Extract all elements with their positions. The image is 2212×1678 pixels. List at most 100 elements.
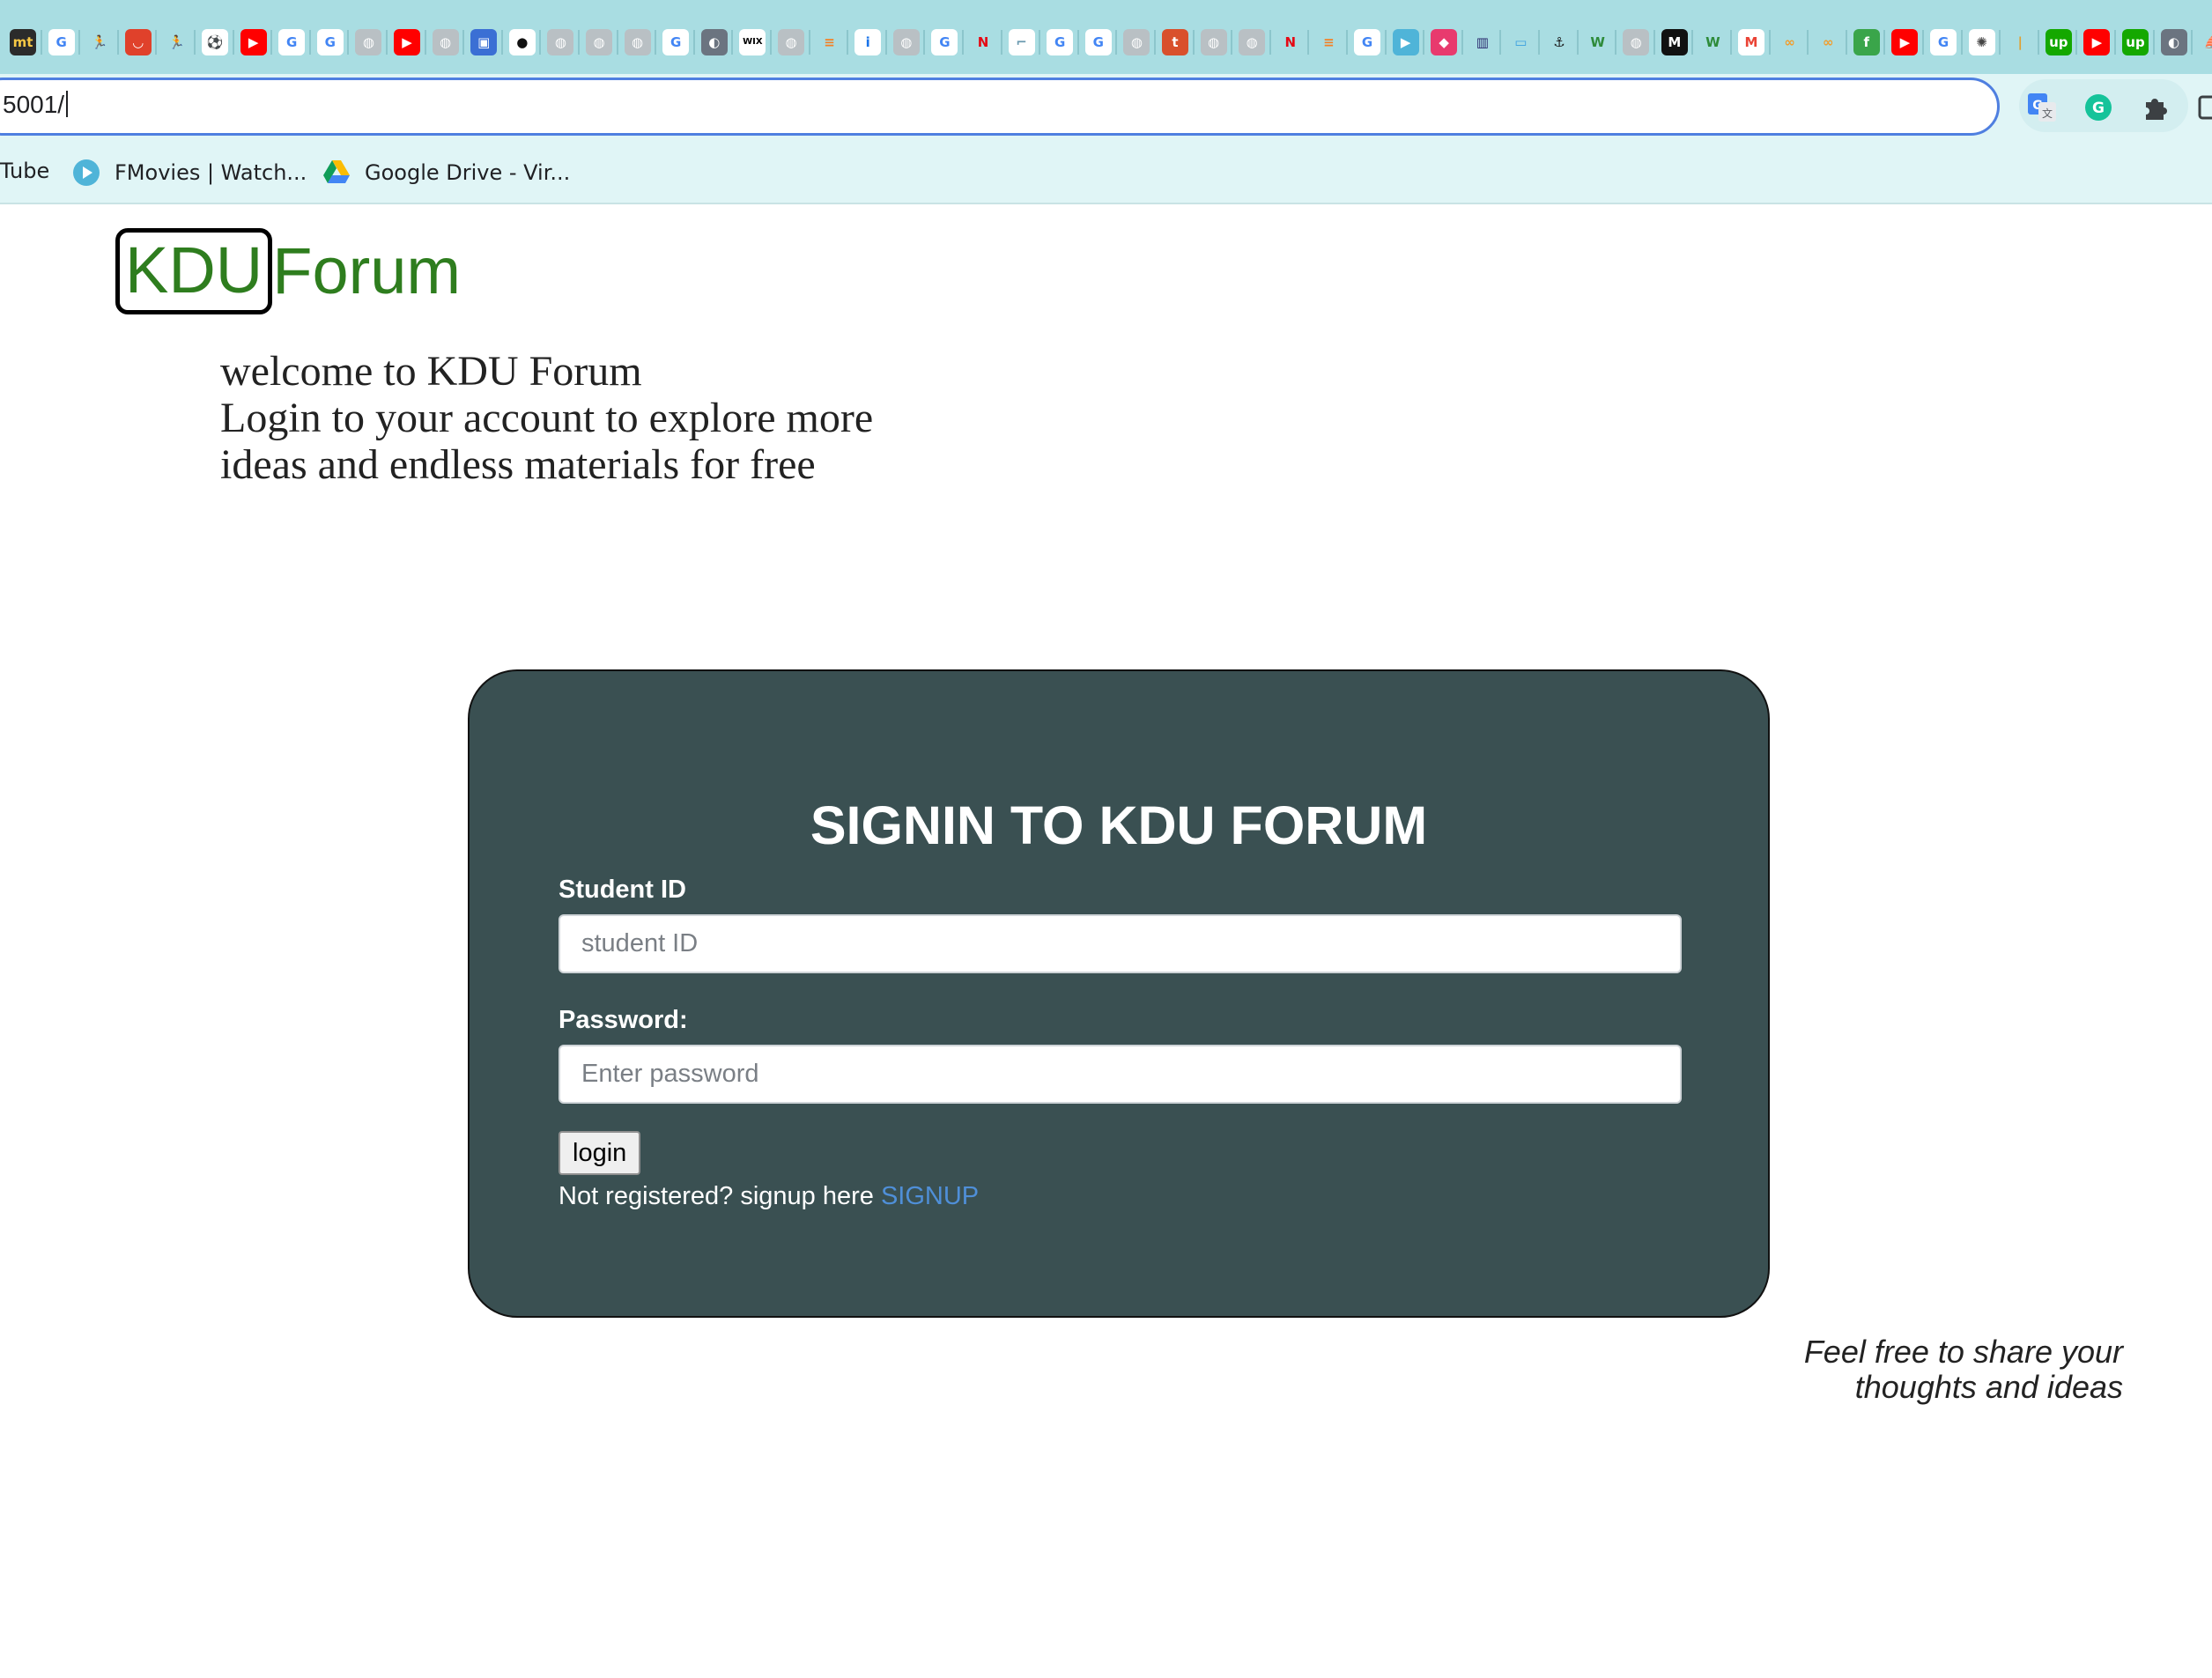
address-bar[interactable]: 5001/ xyxy=(0,78,2000,136)
gmail-icon: M xyxy=(1738,29,1764,55)
browser-tab[interactable]: G xyxy=(1040,25,1079,60)
browser-tab[interactable]: ◡ xyxy=(119,25,158,60)
browser-tab[interactable]: ◐ xyxy=(695,25,734,60)
browser-tab[interactable]: 🏃 xyxy=(157,25,196,60)
browser-tab[interactable]: t xyxy=(1156,25,1195,60)
shopping-bag-icon: ◡ xyxy=(124,29,152,55)
browser-tab[interactable]: ◍ xyxy=(887,25,926,60)
welcome-line: Login to your account to explore more xyxy=(220,395,874,441)
login-button[interactable]: login xyxy=(559,1131,641,1175)
browser-tab[interactable]: WIX xyxy=(733,25,772,60)
browser-tab[interactable]: ▶ xyxy=(234,25,273,60)
browser-tab[interactable]: ▶ xyxy=(388,25,426,60)
browser-tab[interactable]: G xyxy=(1924,25,1963,60)
browser-tab[interactable]: ▭ xyxy=(1501,25,1540,60)
browser-tab[interactable]: f xyxy=(1847,25,1886,60)
browser-tab[interactable]: ≡ xyxy=(1309,25,1348,60)
google-icon: G xyxy=(48,29,75,55)
browser-tab[interactable]: ◍ xyxy=(580,25,618,60)
browser-tab[interactable]: W xyxy=(1579,25,1617,60)
browser-tab[interactable]: ◍ xyxy=(1117,25,1156,60)
globe-icon: ◍ xyxy=(624,29,651,55)
globe-icon: ◍ xyxy=(892,29,920,55)
browser-tab[interactable]: G xyxy=(1348,25,1387,60)
grammarly-icon[interactable]: G xyxy=(2081,90,2116,125)
youtube-icon: ▶ xyxy=(2083,29,2111,55)
anchor-icon: ⚓ xyxy=(1546,29,1572,55)
browser-tab[interactable]: ≡ xyxy=(810,25,849,60)
browser-tab[interactable]: M xyxy=(1732,25,1771,60)
browser-tab[interactable]: ▣ xyxy=(464,25,503,60)
browser-tab[interactable]: G xyxy=(272,25,311,60)
student-id-label: Student ID xyxy=(559,876,686,904)
bookmark-label: Tube xyxy=(0,159,50,183)
chart-bars-icon: ▥ xyxy=(1469,29,1496,55)
browser-tab[interactable]: G xyxy=(1079,25,1118,60)
globe-icon: ◍ xyxy=(1123,29,1150,55)
browser-tab[interactable]: ◍ xyxy=(541,25,580,60)
browser-tab[interactable]: ◍ xyxy=(618,25,657,60)
browser-tab[interactable]: M xyxy=(1655,25,1694,60)
browser-tab[interactable]: ● xyxy=(503,25,542,60)
tumblr-icon: t xyxy=(1162,29,1188,55)
student-id-input[interactable] xyxy=(559,914,1682,973)
google-icon: G xyxy=(1930,29,1957,55)
browser-tab[interactable]: ▶ xyxy=(2077,25,2116,60)
browser-toolbar: 5001/ G文 G xyxy=(0,74,2212,143)
browser-tab[interactable]: ⌐ xyxy=(1002,25,1041,60)
browser-tab[interactable]: N xyxy=(964,25,1002,60)
runner-icon: 🏃 xyxy=(163,29,190,55)
password-input[interactable] xyxy=(559,1045,1682,1104)
browser-tab[interactable]: mt xyxy=(4,25,42,60)
browser-tab[interactable]: ◍ xyxy=(426,25,465,60)
bookmark-fmovies[interactable]: FMovies | Watch... xyxy=(72,159,307,187)
bookmarks-bar: Tube FMovies | Watch... Google Drive - V… xyxy=(0,143,2212,204)
browser-tab[interactable]: ◍ xyxy=(349,25,388,60)
browser-tab[interactable]: ▥ xyxy=(1463,25,1502,60)
bookmark-youtube[interactable]: Tube xyxy=(0,159,49,183)
browser-tab[interactable]: G xyxy=(656,25,695,60)
svg-text:文: 文 xyxy=(2042,107,2053,120)
browser-tab[interactable]: ◆ xyxy=(1424,25,1463,60)
browser-tab[interactable]: G xyxy=(311,25,350,60)
browser-tab[interactable]: up xyxy=(2039,25,2078,60)
browser-tab[interactable]: | xyxy=(2001,25,2039,60)
browser-tab[interactable]: up xyxy=(2116,25,2155,60)
contacts-icon: ▣ xyxy=(470,29,498,55)
browser-tab[interactable]: ∞ xyxy=(1809,25,1847,60)
candle-icon: | xyxy=(2007,29,2034,55)
browser-tab[interactable]: i xyxy=(848,25,887,60)
password-label: Password: xyxy=(559,1006,688,1034)
browser-tab[interactable]: G xyxy=(925,25,964,60)
google-translate-icon[interactable]: G文 xyxy=(2024,90,2060,125)
signup-prompt: Not registered? signup here SIGNUP xyxy=(559,1182,979,1211)
bookmark-google-drive[interactable]: Google Drive - Vir... xyxy=(322,159,570,187)
google-icon: G xyxy=(931,29,958,55)
address-bar-url[interactable]: 5001/ xyxy=(3,91,69,119)
browser-tab[interactable]: ◍ xyxy=(772,25,810,60)
browser-tab[interactable]: ◐ xyxy=(2155,25,2194,60)
browser-tab[interactable]: W xyxy=(1693,25,1732,60)
browser-tab[interactable]: ⚽ xyxy=(196,25,234,60)
browser-tab[interactable]: ◍ xyxy=(1232,25,1271,60)
browser-tab[interactable]: ✺ xyxy=(1963,25,2001,60)
site-logo[interactable]: KDU Forum xyxy=(115,228,461,314)
welcome-line: ideas and endless materials for free xyxy=(220,441,816,488)
browser-tab[interactable]: ▶ xyxy=(1885,25,1924,60)
netflix-icon: N xyxy=(1276,29,1304,55)
signup-link[interactable]: SIGNUP xyxy=(881,1182,979,1210)
browser-tab[interactable]: ◍ xyxy=(1195,25,1233,60)
upwork-icon: up xyxy=(2045,29,2072,55)
browser-tab[interactable]: ∞ xyxy=(1771,25,1809,60)
elephant-icon: ◐ xyxy=(700,29,728,55)
puzzle-icon[interactable] xyxy=(2137,90,2172,125)
apple-icon: ● xyxy=(508,29,536,55)
browser-tab[interactable]: N xyxy=(1271,25,1310,60)
browser-tab[interactable]: ⛵ xyxy=(2193,25,2212,60)
browser-tab[interactable]: 🏃 xyxy=(80,25,119,60)
browser-tab[interactable]: G xyxy=(42,25,81,60)
browser-tab[interactable]: ▶ xyxy=(1387,25,1425,60)
browser-tab[interactable]: ⚓ xyxy=(1540,25,1579,60)
side-panel-icon[interactable] xyxy=(2192,90,2212,125)
browser-tab[interactable]: ◍ xyxy=(1616,25,1655,60)
